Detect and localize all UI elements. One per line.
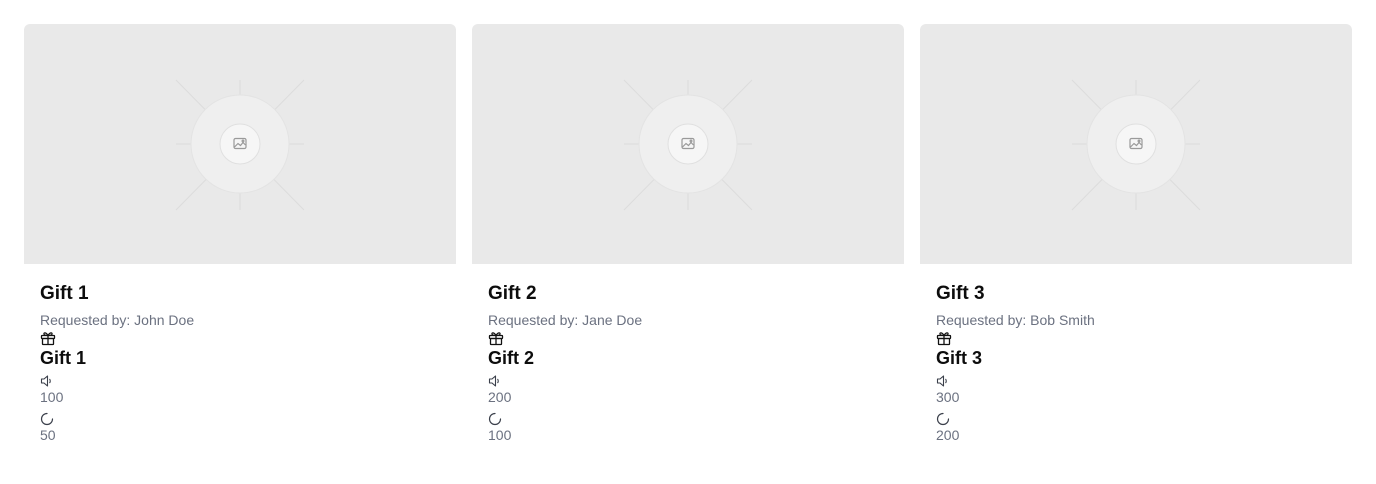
gift-title: Gift 3 <box>936 283 985 304</box>
gift-icon <box>40 332 56 346</box>
gift-title: Gift 1 <box>40 283 89 304</box>
gift-image-placeholder <box>472 24 904 264</box>
image-placeholder-icon <box>175 79 305 211</box>
loading-spinner-icon <box>488 412 502 426</box>
speaker-icon <box>488 375 499 387</box>
gift-value-b: 200 <box>936 427 960 443</box>
gift-card[interactable]: Gift 2 Requested by: Jane Doe Gift 2 200 <box>472 24 904 444</box>
gift-name: Gift 1 <box>40 348 87 368</box>
gift-icon <box>488 332 504 346</box>
gift-value-b: 50 <box>40 427 56 443</box>
gift-value-a: 100 <box>40 389 64 405</box>
gift-card[interactable]: Gift 3 Requested by: Bob Smith Gift 3 30… <box>920 24 1352 444</box>
gift-name: Gift 3 <box>936 348 983 368</box>
gift-name: Gift 2 <box>488 348 535 368</box>
speaker-icon <box>936 375 947 387</box>
gift-title: Gift 2 <box>488 283 537 304</box>
requested-by-text: Requested by: Bob Smith <box>936 312 1095 328</box>
gift-value-a: 300 <box>936 389 960 405</box>
gift-image-placeholder <box>920 24 1352 264</box>
gift-icon <box>936 332 952 346</box>
speaker-icon <box>40 375 51 387</box>
requested-by-text: Requested by: Jane Doe <box>488 312 643 328</box>
gift-value-b: 100 <box>488 427 512 443</box>
image-placeholder-icon <box>623 79 753 211</box>
requested-by-text: Requested by: John Doe <box>40 312 195 328</box>
loading-spinner-icon <box>40 412 54 426</box>
gift-image-placeholder <box>24 24 456 264</box>
loading-spinner-icon <box>936 412 950 426</box>
gift-value-a: 200 <box>488 389 512 405</box>
gift-card[interactable]: Gift 1 Requested by: John Doe Gift 1 100 <box>24 24 456 444</box>
gift-card-grid: Gift 1 Requested by: John Doe Gift 1 100 <box>24 24 1352 444</box>
image-placeholder-icon <box>1071 79 1201 211</box>
